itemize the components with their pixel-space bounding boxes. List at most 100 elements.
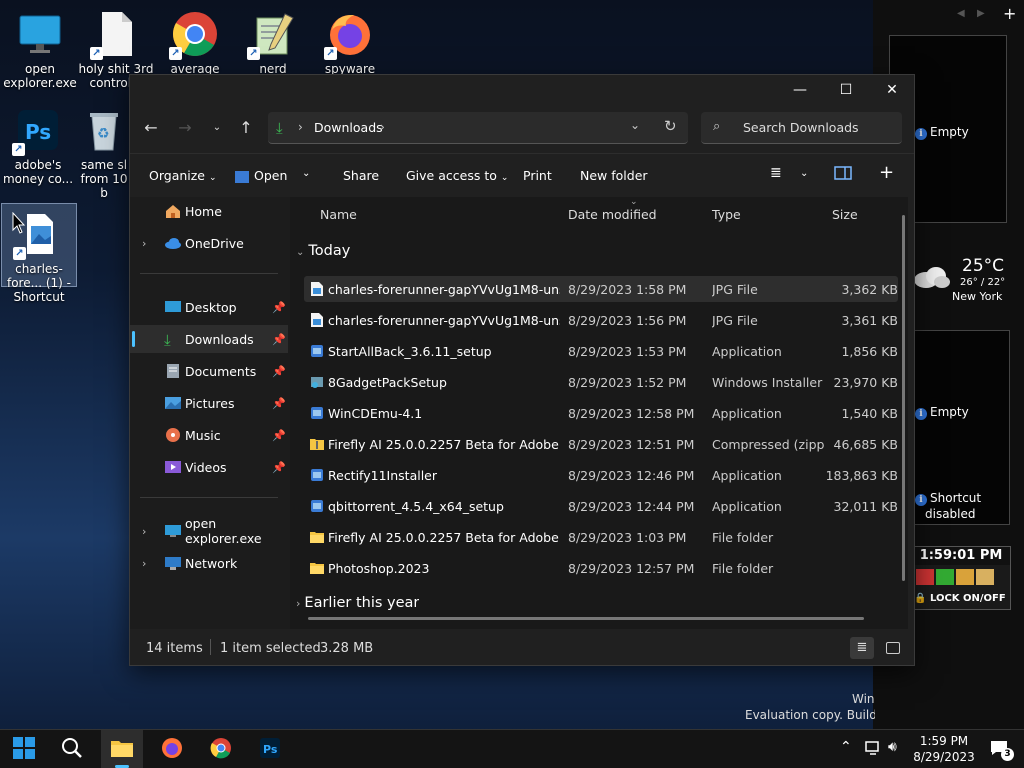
file-row[interactable]: 8GadgetPackSetup 8/29/2023 1:52 PM Windows… <box>304 369 898 395</box>
add-icon[interactable]: + <box>879 162 894 183</box>
network-tray-icon[interactable] <box>864 740 882 759</box>
sidebar-item-open-explorer[interactable]: › open explorer.exe <box>130 516 288 546</box>
organize-button[interactable]: Organize ⌄ <box>149 168 217 183</box>
svg-text:Ps: Ps <box>25 120 51 144</box>
view-list-icon[interactable]: ≣ <box>770 165 782 181</box>
photoshop-icon: Ps ↗ <box>12 106 62 156</box>
address-history-chevron-icon[interactable]: ⌄ <box>630 118 640 132</box>
desktop-icon-average[interactable]: ↗ average <box>157 4 233 76</box>
column-header-type[interactable]: Type <box>712 207 741 222</box>
taskbar-firefox[interactable] <box>151 730 193 768</box>
expand-chevron-icon[interactable]: › <box>142 525 146 538</box>
share-button[interactable]: Share <box>343 168 379 183</box>
sidebar-item-pictures[interactable]: Pictures 📌 <box>130 389 288 417</box>
taskbar-photoshop[interactable]: Ps <box>249 730 291 768</box>
taskbar-chrome[interactable] <box>200 730 242 768</box>
search-input[interactable]: Search Downloads <box>743 120 859 135</box>
volume-icon[interactable]: 🔊︎ <box>888 739 897 755</box>
maximize-button[interactable]: ☐ <box>823 75 869 105</box>
start-button[interactable] <box>3 730 45 768</box>
desktop-icon-open-explorer[interactable]: open explorer.exe <box>2 4 78 90</box>
power-icon[interactable] <box>916 569 934 585</box>
group-header-earlier[interactable]: › Earlier this year <box>296 595 419 613</box>
horizontal-scrollbar[interactable] <box>308 617 864 620</box>
close-button[interactable]: ✕ <box>869 75 915 105</box>
key-icon[interactable] <box>956 569 974 585</box>
back-arrow-icon[interactable]: ← <box>136 113 166 141</box>
settings-icon[interactable] <box>936 569 954 585</box>
details-view-icon[interactable]: ≣ <box>850 637 874 659</box>
file-row[interactable]: StartAllBack_3.6.11_setup 8/29/2023 1:53 … <box>304 338 898 364</box>
expand-chevron-icon[interactable]: › <box>142 557 146 570</box>
column-header-size[interactable]: Size <box>832 207 858 222</box>
file-name: Photoshop.2023 <box>328 561 430 576</box>
sidebar-item-downloads[interactable]: ⤓ Downloads 📌 <box>130 325 288 353</box>
sidebar-item-home[interactable]: Home <box>130 197 288 225</box>
file-row[interactable]: charles-forerunner-gapYVvUg1M8-unspl... 8… <box>304 276 898 302</box>
weather-range: 26° / 22° <box>960 277 1006 288</box>
file-date: 8/29/2023 1:58 PM <box>568 282 687 297</box>
jpg-file-icon <box>310 281 324 297</box>
file-row[interactable]: Firefly AI 25.0.0.2257 Beta for Adobe Ph… <box>304 524 898 550</box>
gadget-nav-right-icon[interactable]: ▶ <box>977 8 985 19</box>
expand-chevron-icon[interactable]: › <box>142 237 146 250</box>
details-pane-icon[interactable] <box>834 166 852 183</box>
sidebar-item-desktop[interactable]: Desktop 📌 <box>130 293 288 321</box>
address-bar[interactable]: ⤓ › Downloads › ⌄ ↻ <box>268 112 688 144</box>
group-header-today[interactable]: ⌄ Today <box>296 243 350 259</box>
forward-arrow-icon[interactable]: → <box>170 113 200 141</box>
sidebar-item-music[interactable]: Music 📌 <box>130 421 288 449</box>
file-row[interactable]: Photoshop.2023 8/29/2023 12:57 PM File fol… <box>304 555 898 581</box>
file-row[interactable]: Firefly AI 25.0.0.2257 Beta for Adobe Ph… <box>304 431 898 457</box>
taskbar-file-explorer[interactable] <box>101 730 143 768</box>
refresh-icon[interactable]: ↻ <box>664 117 677 135</box>
desktop-icon-same-sl[interactable]: ♻ same sl from 10 b <box>78 100 130 200</box>
file-date: 8/29/2023 1:03 PM <box>568 530 687 545</box>
recent-chevron-down-icon[interactable]: ⌄ <box>202 113 232 141</box>
file-date: 8/29/2023 1:52 PM <box>568 375 687 390</box>
file-date: 8/29/2023 12:57 PM <box>568 561 695 576</box>
taskbar-clock[interactable]: 1:59 PM 8/29/2023 <box>905 733 983 765</box>
tray-chevron-up-icon[interactable]: ⌃ <box>840 739 852 755</box>
file-type: Application <box>712 406 782 421</box>
file-date: 8/29/2023 12:51 PM <box>568 437 695 452</box>
clock-lock-gadget[interactable]: 1:59:01 PM 🔒 LOCK ON/OFF <box>911 546 1011 610</box>
gadget-nav-left-icon[interactable]: ◀ <box>957 8 965 19</box>
open-chevron-down-icon[interactable]: ⌄ <box>302 168 310 179</box>
sidebar-item-documents[interactable]: Documents 📌 <box>130 357 288 385</box>
chrome-icon <box>210 737 232 762</box>
tiles-view-icon[interactable] <box>886 642 900 654</box>
breadcrumb-downloads[interactable]: Downloads <box>314 120 383 135</box>
file-type: File folder <box>712 561 774 576</box>
sidebar-item-onedrive[interactable]: › OneDrive <box>130 229 288 257</box>
view-chevron-down-icon[interactable]: ⌄ <box>800 168 808 179</box>
open-button[interactable]: Open <box>235 168 287 183</box>
new-folder-button[interactable]: New folder <box>580 168 648 183</box>
minimize-button[interactable]: — <box>777 75 823 105</box>
file-name: StartAllBack_3.6.11_setup <box>328 344 492 359</box>
file-row[interactable]: WinCDEmu-4.1 8/29/2023 12:58 PM Applicatio… <box>304 400 898 426</box>
search-button[interactable] <box>51 730 93 768</box>
sidebar-item-videos[interactable]: Videos 📌 <box>130 453 288 481</box>
give-access-button[interactable]: Give access to ⌄ <box>406 168 508 183</box>
file-row[interactable]: charles-forerunner-gapYVvUg1M8-unspl... 8… <box>304 307 898 333</box>
sidebar-item-network[interactable]: › Network <box>130 549 288 577</box>
title-bar[interactable]: — ☐ ✕ <box>130 75 914 105</box>
column-header-name[interactable]: Name <box>320 207 357 222</box>
organize-label: Organize <box>149 168 205 183</box>
gadget-add-button[interactable]: + <box>1003 4 1016 23</box>
gadget-shortcut-line1: Shortcut <box>930 491 982 505</box>
vertical-scrollbar[interactable] <box>902 215 905 581</box>
file-row[interactable]: qbittorrent_4.5.4_x64_setup 8/29/2023 12:… <box>304 493 898 519</box>
desktop-icon-adobe[interactable]: Ps ↗ adobe's money co... <box>0 100 76 186</box>
file-row[interactable]: Rectify11Installer 8/29/2023 12:46 PM Appl… <box>304 462 898 488</box>
weather-gadget[interactable]: 25°C 26° / 22° New York <box>912 256 1012 304</box>
desktop-icon-spyware[interactable]: ↗ spyware <box>312 4 388 76</box>
file-size: 183,863 KB <box>825 468 898 483</box>
search-box[interactable]: ⌕ Search Downloads <box>701 112 902 144</box>
file-type: File folder <box>712 530 774 545</box>
card-icon[interactable] <box>976 569 994 585</box>
up-arrow-icon[interactable]: ↑ <box>231 113 261 141</box>
print-button[interactable]: Print <box>523 168 552 183</box>
column-header-date[interactable]: Date modified <box>568 207 657 222</box>
